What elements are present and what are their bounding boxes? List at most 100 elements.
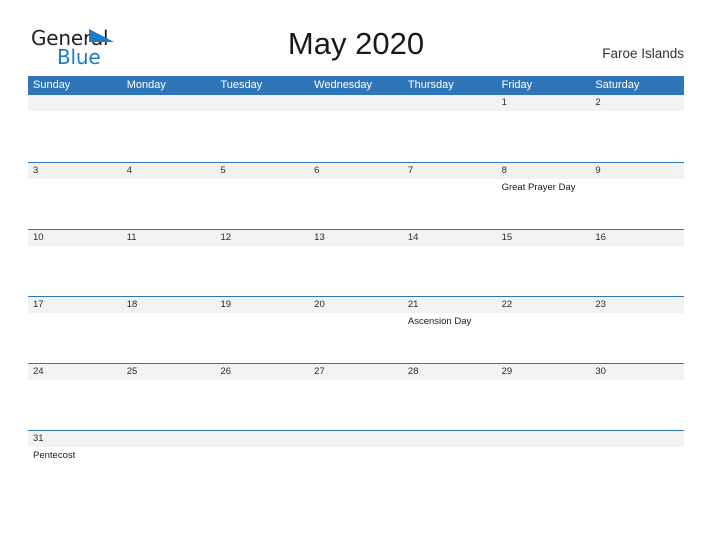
day-cell bbox=[497, 431, 591, 497]
day-cell[interactable]: 10 bbox=[28, 230, 122, 296]
calendar-week-row: 12 bbox=[28, 95, 684, 162]
day-cell[interactable]: 1 bbox=[497, 95, 591, 162]
day-number: 1 bbox=[501, 97, 507, 108]
week-cells: 24 25 26 27 28 29 30 bbox=[28, 364, 684, 430]
weekday-saturday: Saturday bbox=[595, 79, 640, 91]
day-cell[interactable]: 8 Great Prayer Day bbox=[497, 163, 591, 229]
day-cell[interactable]: 18 bbox=[122, 297, 216, 363]
day-cell[interactable]: 22 bbox=[497, 297, 591, 363]
day-number: 15 bbox=[501, 232, 513, 243]
day-number: 10 bbox=[33, 232, 44, 243]
day-cell[interactable]: 20 bbox=[309, 297, 403, 363]
day-cell[interactable]: 23 bbox=[590, 297, 684, 363]
day-number: 20 bbox=[314, 299, 325, 310]
day-cell bbox=[403, 431, 497, 497]
day-cell[interactable]: 24 bbox=[28, 364, 122, 430]
calendar-week-row: 17 18 19 20 21 Ascension Day 22 23 bbox=[28, 296, 684, 363]
day-cell bbox=[215, 431, 309, 497]
day-cell[interactable]: 15 bbox=[497, 230, 591, 296]
day-cell[interactable]: 31 Pentecost bbox=[28, 431, 122, 497]
day-number: 12 bbox=[220, 232, 232, 243]
day-number: 30 bbox=[595, 366, 606, 377]
weekday-thursday: Thursday bbox=[407, 79, 454, 91]
holiday-event-label: Ascension Day bbox=[407, 316, 472, 327]
day-cell[interactable]: 19 bbox=[215, 297, 309, 363]
day-cell[interactable]: 29 bbox=[497, 364, 591, 430]
day-number: 4 bbox=[126, 165, 133, 176]
day-cell bbox=[309, 95, 403, 162]
day-cell[interactable]: 7 bbox=[403, 163, 497, 229]
day-number: 13 bbox=[314, 232, 325, 243]
holiday-event-label: Pentecost bbox=[33, 450, 76, 461]
day-cell[interactable]: 28 bbox=[403, 364, 497, 430]
day-number: 19 bbox=[220, 299, 232, 310]
weekday-monday: Monday bbox=[126, 79, 166, 91]
day-cell[interactable]: 9 bbox=[590, 163, 684, 229]
day-cell bbox=[28, 95, 122, 162]
calendar-week-row: 10 11 12 13 14 15 16 bbox=[28, 229, 684, 296]
day-cell[interactable]: 12 bbox=[215, 230, 309, 296]
region-label: Faroe Islands bbox=[602, 46, 684, 61]
day-cell[interactable]: 26 bbox=[215, 364, 309, 430]
day-number: 8 bbox=[501, 165, 507, 176]
day-cell[interactable]: 14 bbox=[403, 230, 497, 296]
page-header: General Blue May 2020 Faroe Islands bbox=[0, 0, 712, 76]
day-cell bbox=[215, 95, 309, 162]
week-cells: 31 Pentecost bbox=[28, 431, 684, 497]
weekday-friday: Friday bbox=[501, 79, 533, 91]
day-number: 25 bbox=[126, 366, 138, 377]
week-cells: 17 18 19 20 21 Ascension Day 22 23 bbox=[28, 297, 684, 363]
day-cell bbox=[122, 431, 216, 497]
day-number: 29 bbox=[501, 366, 513, 377]
day-cell bbox=[122, 95, 216, 162]
day-number: 17 bbox=[33, 299, 44, 310]
day-cell[interactable]: 17 bbox=[28, 297, 122, 363]
calendar-grid: Sunday Monday Tuesday Wednesday Thursday… bbox=[28, 76, 684, 497]
day-cell[interactable]: 13 bbox=[309, 230, 403, 296]
day-cell[interactable]: 25 bbox=[122, 364, 216, 430]
day-number: 31 bbox=[33, 433, 44, 444]
calendar-weeks: 1 2 3 4 5 6 7 8 Great Prayer Day 9 10 11 12 13 14 15 16 1… bbox=[28, 95, 684, 497]
day-cell[interactable]: 16 bbox=[590, 230, 684, 296]
calendar-week-row: 3 4 5 6 7 8 Great Prayer Day 9 bbox=[28, 162, 684, 229]
calendar-week-row: 31 Pentecost bbox=[28, 430, 684, 497]
weekday-wednesday: Wednesday bbox=[314, 79, 373, 91]
day-number: 7 bbox=[407, 165, 414, 176]
day-number: 9 bbox=[595, 165, 601, 176]
day-number: 18 bbox=[126, 299, 138, 310]
day-number: 11 bbox=[126, 232, 137, 243]
week-cells: 3 4 5 6 7 8 Great Prayer Day 9 bbox=[28, 163, 684, 229]
week-cells: 12 bbox=[28, 95, 684, 162]
day-number: 6 bbox=[314, 165, 320, 176]
day-number: 21 bbox=[407, 299, 419, 310]
calendar-week-row: 24 25 26 27 28 29 30 bbox=[28, 363, 684, 430]
day-number: 16 bbox=[595, 232, 606, 243]
day-cell[interactable]: 2 bbox=[590, 95, 684, 162]
day-number: 26 bbox=[220, 366, 232, 377]
day-cell[interactable]: 6 bbox=[309, 163, 403, 229]
day-cell bbox=[590, 431, 684, 497]
day-cell[interactable]: 4 bbox=[122, 163, 216, 229]
day-number: 2 bbox=[595, 97, 601, 108]
weekday-tuesday: Tuesday bbox=[220, 79, 263, 91]
day-cell[interactable]: 11 bbox=[122, 230, 216, 296]
day-cell[interactable]: 21 Ascension Day bbox=[403, 297, 497, 363]
holiday-event-label: Great Prayer Day bbox=[501, 182, 576, 193]
day-cell[interactable]: 3 bbox=[28, 163, 122, 229]
day-number: 28 bbox=[407, 366, 419, 377]
day-number: 22 bbox=[501, 299, 513, 310]
calendar-page: General Blue May 2020 Faroe Islands Sund… bbox=[0, 0, 712, 550]
weekday-sunday: Sunday bbox=[33, 79, 71, 91]
day-number: 14 bbox=[407, 232, 419, 243]
day-cell[interactable]: 30 bbox=[590, 364, 684, 430]
weekday-header-row: Sunday Monday Tuesday Wednesday Thursday… bbox=[28, 76, 684, 95]
day-cell[interactable]: 27 bbox=[309, 364, 403, 430]
day-cell[interactable]: 5 bbox=[215, 163, 309, 229]
day-number: 23 bbox=[595, 299, 606, 310]
day-cell bbox=[403, 95, 497, 162]
day-cell bbox=[309, 431, 403, 497]
day-number: 24 bbox=[33, 366, 44, 377]
week-cells: 10 11 12 13 14 15 16 bbox=[28, 230, 684, 296]
day-number: 3 bbox=[33, 165, 39, 176]
day-number: 27 bbox=[314, 366, 325, 377]
